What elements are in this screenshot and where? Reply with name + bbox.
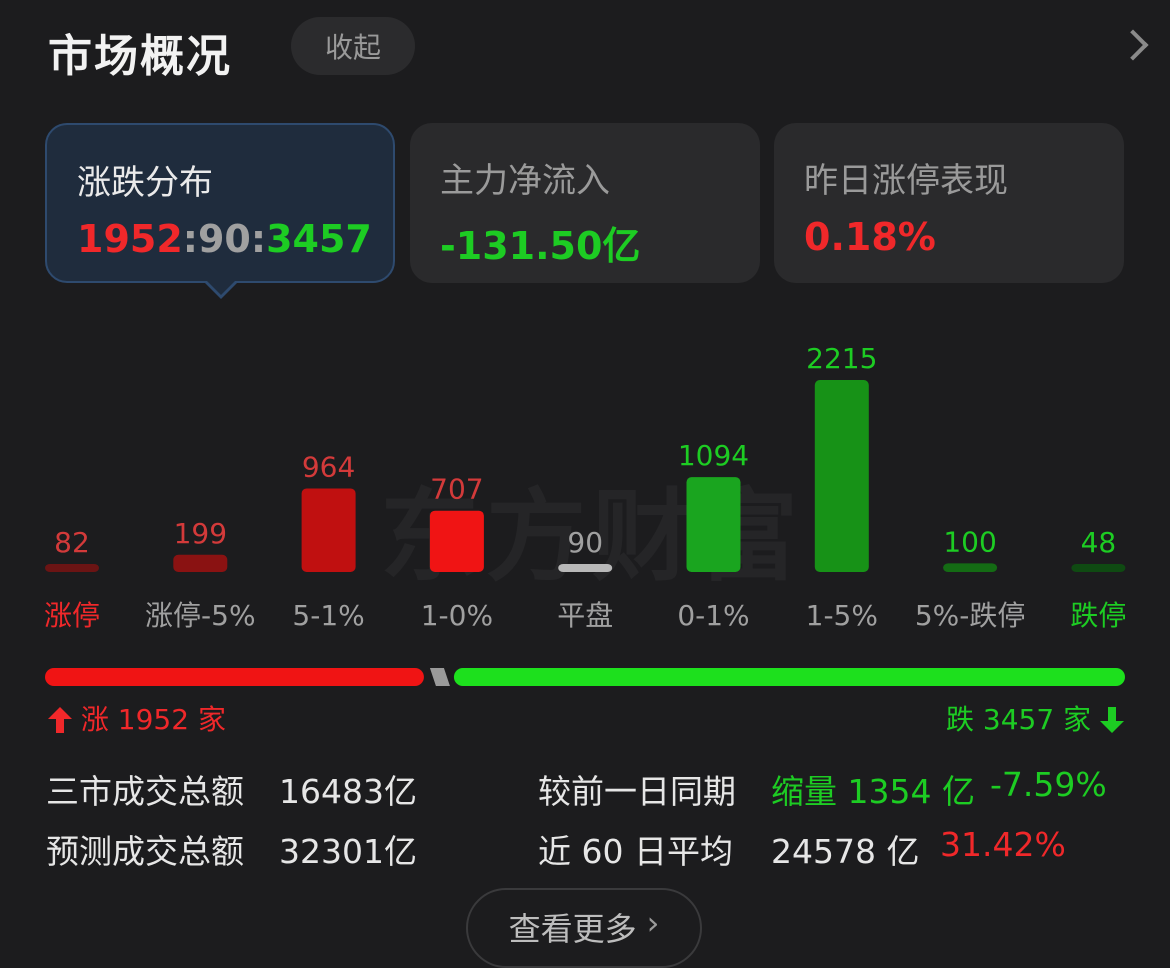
category-label-1: 涨停-5%: [145, 599, 256, 632]
down-legend-label: 跌 3457 家: [946, 703, 1092, 736]
bar-1: [173, 554, 228, 572]
bar-4: [558, 564, 613, 572]
bar-5: [686, 477, 741, 572]
category-label-7: 5%-跌停: [915, 599, 1026, 632]
up-count: 1952: [77, 217, 183, 261]
card-net-inflow-value: -131.50亿: [440, 224, 641, 268]
breadth-up-segment: [45, 668, 424, 686]
down-count: 3457: [266, 217, 372, 261]
stat-forecast-label: 预测成交总额: [46, 832, 244, 871]
bar-value-label-4: 90: [567, 526, 603, 559]
bar-7: [943, 563, 998, 572]
stat-compare-value: 缩量 1354 亿: [771, 772, 975, 811]
bar-value-label-0: 82: [54, 526, 90, 559]
bar-6: [814, 380, 869, 572]
bar-value-label-1: 199: [174, 517, 227, 550]
stat-avg-value: 24578 亿: [771, 832, 920, 871]
card-limitup-label: 昨日涨停表现: [804, 161, 1008, 201]
chevron-right-icon: ›: [646, 904, 660, 942]
separator: :: [250, 217, 267, 261]
distribution-chart: 82 涨停 199 涨停-5% 964 5-1% 707 1-0% 90 平盘 1094 0-1% 22…: [44, 342, 1126, 632]
bar-3: [429, 510, 484, 572]
stat-compare-pct: -7.59%: [990, 765, 1107, 804]
bar-value-label-6: 2215: [806, 342, 877, 375]
stat-forecast-value: 32301亿: [279, 832, 417, 871]
separator: :: [182, 217, 198, 261]
category-label-0: 涨停: [44, 599, 100, 632]
bar-value-label-2: 964: [302, 450, 355, 483]
collapse-button[interactable]: 收起: [291, 17, 415, 75]
stat-total-turnover-value: 16483亿: [279, 772, 417, 811]
breadth-down-segment: [453, 668, 1125, 686]
bar-0: [45, 564, 99, 572]
stat-avg-label: 近 60 日平均: [538, 832, 733, 871]
up-legend-label: 涨 1952 家: [80, 703, 226, 736]
category-label-5: 0-1%: [677, 599, 749, 632]
bar-value-label-7: 100: [943, 525, 996, 558]
bar-value-label-3: 707: [430, 473, 483, 506]
card-limitup-performance[interactable]: 昨日涨停表现 0.18%: [774, 123, 1124, 283]
card-distribution[interactable]: 涨跌分布 1952:90:3457: [45, 123, 395, 283]
card-pointer: [205, 281, 237, 299]
bar-value-label-8: 48: [1081, 526, 1117, 559]
card-limitup-value: 0.18%: [804, 215, 936, 259]
breadth-flat-segment: [429, 668, 450, 686]
bar-2: [301, 488, 356, 572]
stat-compare-label: 较前一日同期: [538, 772, 736, 811]
card-net-inflow-label: 主力净流入: [440, 161, 610, 201]
breadth-bar: [45, 668, 1125, 686]
arrow-down-icon: [1100, 703, 1124, 736]
bar-8: [1071, 564, 1126, 572]
category-label-4: 平盘: [557, 599, 613, 632]
category-label-3: 1-0%: [421, 599, 493, 632]
card-distribution-label: 涨跌分布: [77, 163, 213, 203]
view-more-button[interactable]: 查看更多 ›: [466, 888, 702, 968]
chevron-right-icon[interactable]: [1117, 29, 1149, 61]
bar-value-label-5: 1094: [678, 439, 749, 472]
flat-count: 90: [197, 217, 251, 261]
down-legend: 跌 3457 家: [946, 698, 1124, 738]
arrow-up-icon: [48, 703, 81, 736]
card-net-inflow[interactable]: 主力净流入 -131.50亿: [410, 123, 760, 283]
category-label-8: 跌停: [1070, 599, 1126, 632]
view-more-label: 查看更多: [508, 910, 637, 948]
up-legend: 涨 1952 家: [48, 698, 226, 738]
stat-total-turnover-label: 三市成交总额: [46, 772, 244, 811]
stat-avg-pct: 31.42%: [940, 825, 1066, 864]
card-distribution-value: 1952:90:3457: [77, 217, 372, 261]
category-label-2: 5-1%: [292, 599, 364, 632]
category-label-6: 1-5%: [806, 599, 878, 632]
page-title: 市场概况: [48, 31, 232, 82]
